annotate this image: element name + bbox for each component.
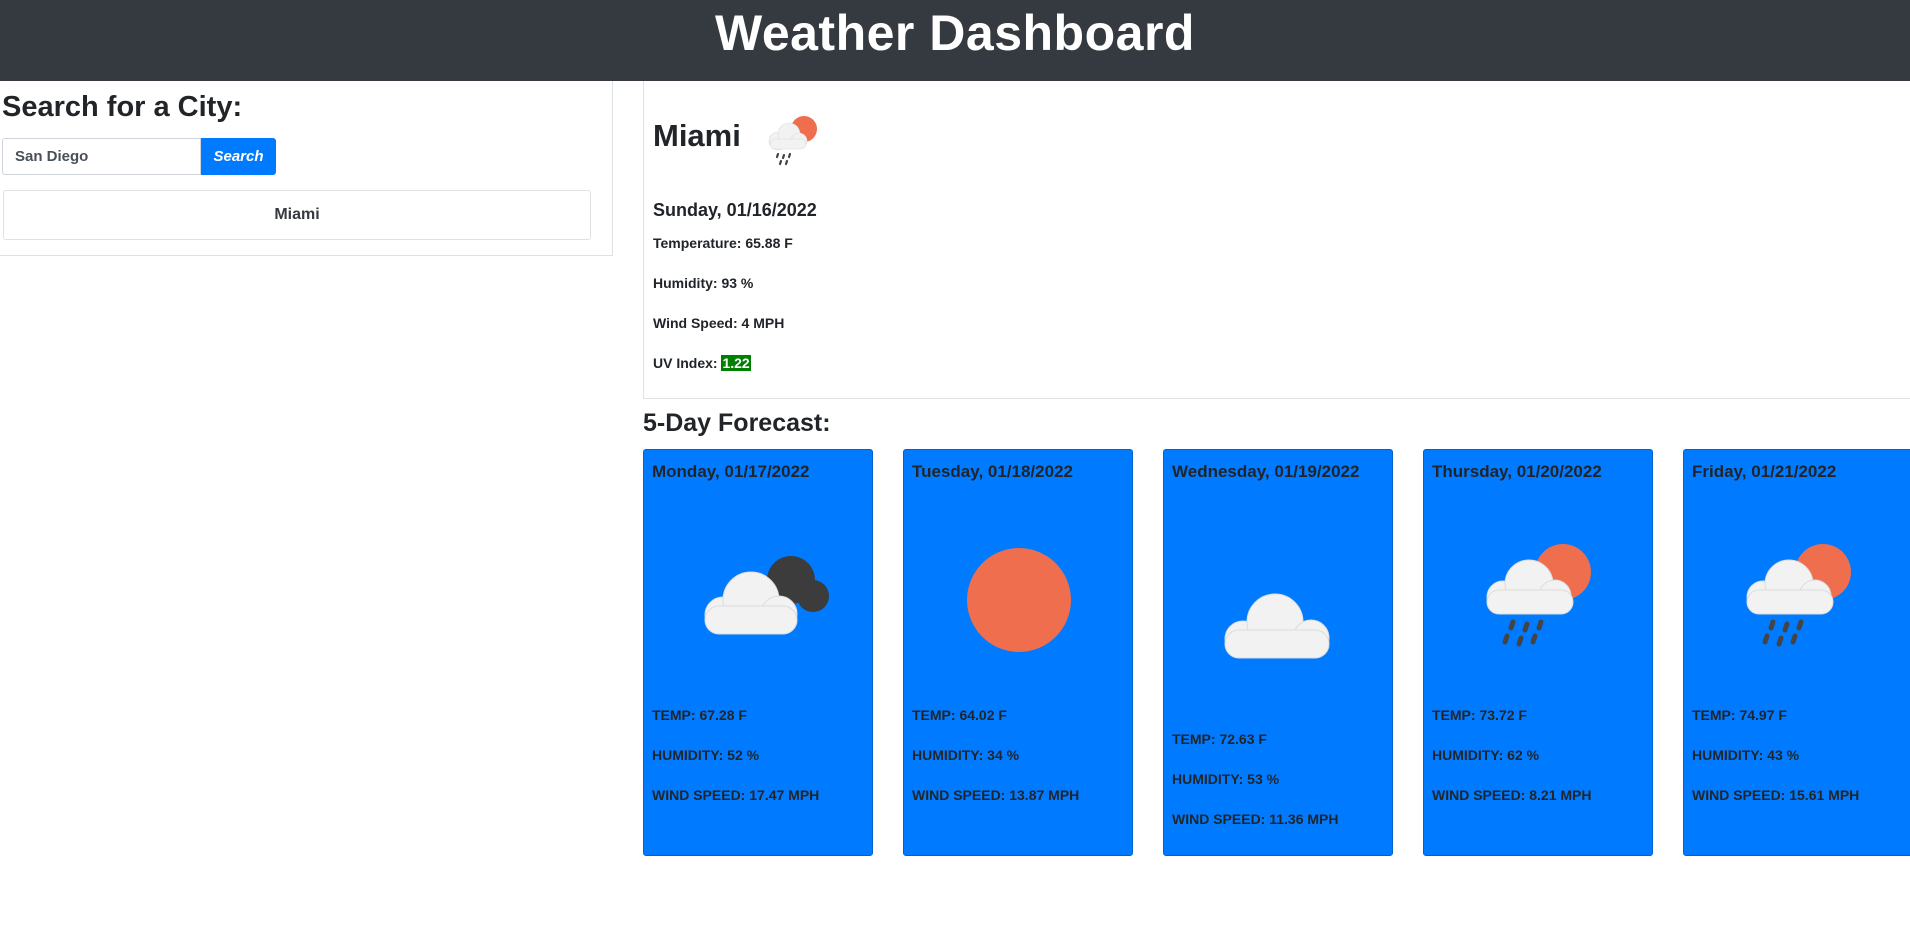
search-button[interactable]: Search (201, 138, 276, 175)
forecast-temp: TEMP: 72.63 F (1172, 731, 1267, 747)
forecast-humidity: HUMIDITY: 62 % (1432, 747, 1540, 763)
forecast-humidity: HUMIDITY: 43 % (1692, 747, 1800, 763)
forecast-wind: WIND SPEED: 17.47 MPH (652, 787, 820, 803)
rain-sun-cloud-icon (768, 116, 817, 166)
forecast-temp: TEMP: 64.02 F (912, 707, 1007, 723)
search-panel: Search for a City: Search Miami (0, 81, 613, 256)
forecast-humidity: HUMIDITY: 52 % (652, 747, 760, 763)
forecast-wind: WIND SPEED: 15.61 MPH (1692, 787, 1860, 803)
current-city-name: Miami (653, 118, 741, 153)
uv-index-badge: 1.22 (721, 355, 751, 371)
forecast-card: Monday, 01/17/2022 TEMP: 67.28 F HUMIDIT… (643, 449, 873, 856)
forecast-humidity: HUMIDITY: 34 % (912, 747, 1020, 763)
forecast-card: Tuesday, 01/18/2022 TEMP: 64.02 F HUMIDI… (903, 449, 1133, 856)
search-title: Search for a City: (2, 91, 243, 123)
cloud-icon (1224, 593, 1330, 659)
forecast-date: Wednesday, 01/19/2022 (1172, 462, 1360, 481)
rain-sun-cloud-icon (1486, 544, 1591, 647)
forecast-temp: TEMP: 67.28 F (652, 707, 747, 723)
forecast-date: Tuesday, 01/18/2022 (912, 462, 1073, 481)
forecast-card: Wednesday, 01/19/2022 TEMP: 72.63 F HUMI… (1163, 449, 1393, 856)
current-date: Sunday, 01/16/2022 (653, 200, 817, 220)
forecast-temp: TEMP: 74.97 F (1692, 707, 1787, 723)
forecast-date: Friday, 01/21/2022 (1692, 462, 1837, 481)
forecast-title: 5-Day Forecast: (643, 409, 831, 437)
current-weather-panel: Miami Sunday, 01/16/2022 Temperature: 65… (643, 81, 1910, 399)
cloudy-icon (704, 556, 829, 635)
page-header: Weather Dashboard (0, 0, 1910, 81)
forecast-humidity: HUMIDITY: 53 % (1172, 771, 1280, 787)
city-search-input[interactable] (2, 138, 201, 175)
forecast-wind: WIND SPEED: 8.21 MPH (1432, 787, 1592, 803)
history-item-miami[interactable]: Miami (3, 190, 591, 240)
current-uv-index: UV Index: 1.22 (653, 355, 751, 371)
forecast-wind: WIND SPEED: 11.36 MPH (1172, 811, 1339, 827)
forecast-card: Thursday, 01/20/2022 TEMP: 73.72 F HUMID… (1423, 449, 1653, 856)
forecast-date: Monday, 01/17/2022 (652, 462, 810, 481)
sun-icon (967, 548, 1071, 652)
page-title: Weather Dashboard (715, 5, 1195, 61)
current-humidity: Humidity: 93 % (653, 275, 754, 291)
current-wind-speed: Wind Speed: 4 MPH (653, 315, 785, 331)
forecast-date: Thursday, 01/20/2022 (1432, 462, 1602, 481)
forecast-card: Friday, 01/21/2022 TEMP: 74.97 F HUMIDIT… (1683, 449, 1910, 856)
forecast-wind: WIND SPEED: 13.87 MPH (912, 787, 1080, 803)
rain-sun-cloud-icon (1746, 544, 1851, 647)
forecast-temp: TEMP: 73.72 F (1432, 707, 1527, 723)
current-temperature: Temperature: 65.88 F (653, 235, 793, 251)
